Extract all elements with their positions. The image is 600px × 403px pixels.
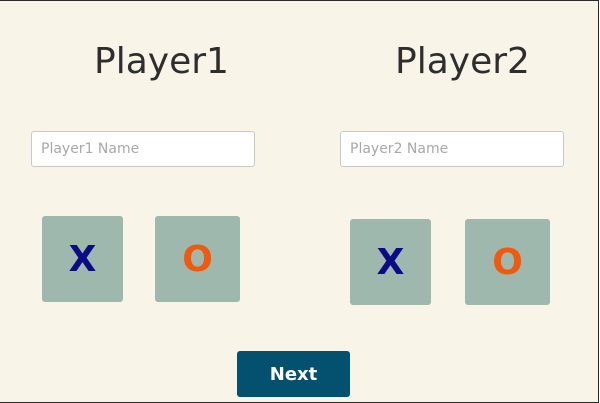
player2-title: Player2: [395, 41, 530, 82]
player2-name-input[interactable]: [340, 131, 564, 167]
player1-choose-x-button[interactable]: X: [42, 216, 123, 302]
player-setup-screen: Player1 Player2 X O X O Next: [0, 0, 599, 403]
player1-choose-o-button[interactable]: O: [155, 216, 240, 302]
player1-title: Player1: [94, 41, 229, 82]
player2-choose-x-button[interactable]: X: [350, 219, 431, 305]
next-button[interactable]: Next: [237, 351, 350, 397]
player2-choose-o-button[interactable]: O: [465, 219, 550, 305]
player1-name-input[interactable]: [31, 131, 255, 167]
